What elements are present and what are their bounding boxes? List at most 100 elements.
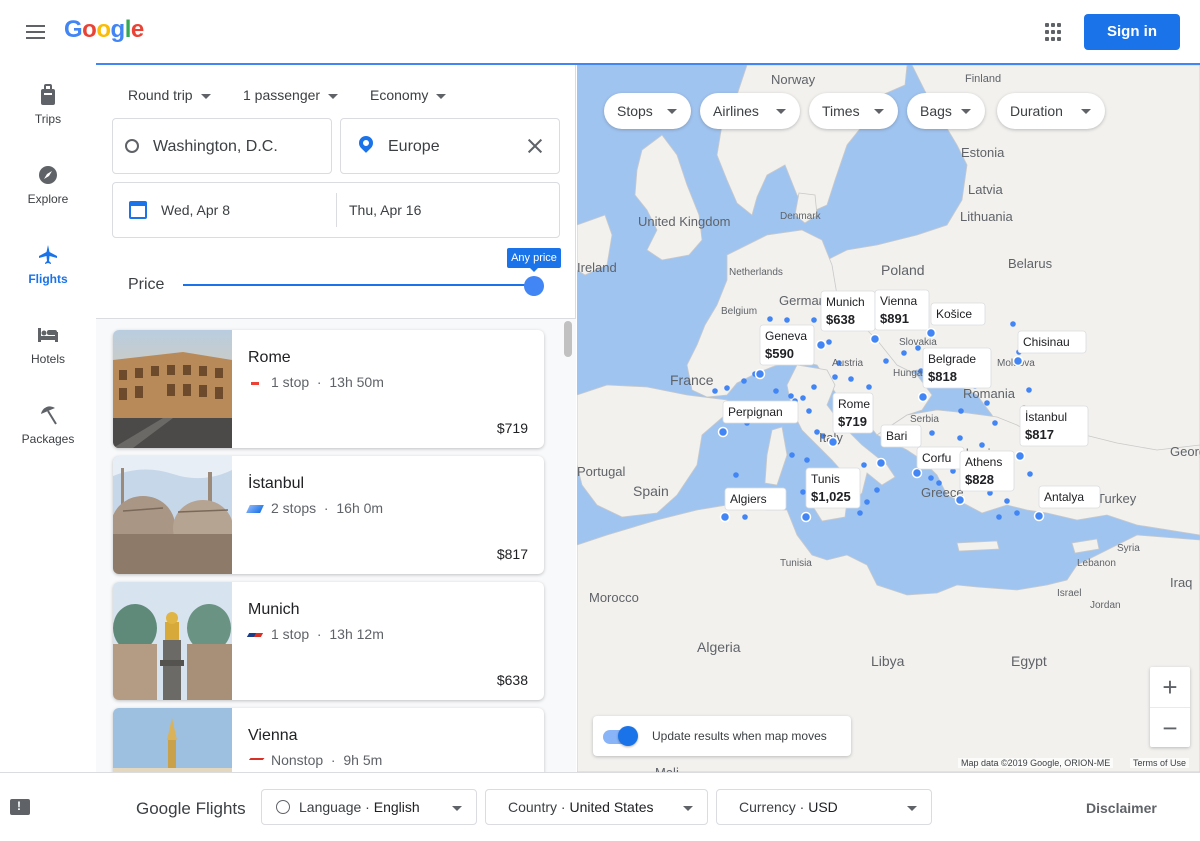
feedback-icon[interactable] — [10, 799, 30, 815]
nav-item-hotels[interactable]: Hotels — [0, 318, 96, 390]
clear-icon[interactable] — [525, 136, 545, 156]
map-country-label: Algeria — [697, 639, 741, 655]
pin-anchor-dot[interactable] — [1014, 450, 1026, 462]
nav-label: Explore — [27, 192, 69, 206]
country-selector[interactable]: Country · United States — [485, 789, 708, 825]
price-pin-bari[interactable]: Bari — [875, 424, 922, 469]
country-value: United States — [569, 799, 654, 815]
pin-anchor-dot[interactable] — [717, 426, 729, 438]
price-slider-track[interactable] — [183, 284, 534, 286]
zoom-out-button[interactable]: − — [1150, 707, 1190, 747]
pin-anchor-dot[interactable] — [800, 511, 812, 523]
rome-colosseum-photo — [113, 330, 232, 448]
pin-anchor-dot[interactable] — [719, 511, 731, 523]
results-list[interactable]: Rome 1 stop · 13h 50m $719 İstanbul 2 st… — [96, 319, 576, 772]
origin-field[interactable]: Washington, D.C. — [112, 118, 332, 174]
pin-anchor-dot[interactable] — [925, 327, 937, 339]
brand-product: Flights — [195, 799, 246, 818]
pin-anchor-dot[interactable] — [917, 391, 929, 403]
pin-anchor-dot[interactable] — [1033, 510, 1045, 522]
map-country-label: Iraq — [1170, 575, 1192, 590]
update-results-toggle[interactable] — [618, 726, 638, 746]
pin-anchor-dot[interactable] — [954, 494, 966, 506]
hamburger-menu-icon[interactable] — [18, 16, 54, 48]
airport-dot — [996, 514, 1002, 520]
result-card-vienna[interactable]: Vienna Nonstop · 9h 5m — [113, 708, 544, 772]
sign-in-button[interactable]: Sign in — [1084, 14, 1180, 50]
map-view[interactable]: Norway Finland Estonia Latvia Lithuania Denma… — [577, 65, 1200, 772]
google-apps-grid-icon[interactable] — [1036, 18, 1068, 46]
airport-dot — [741, 378, 747, 384]
result-card-istanbul[interactable]: İstanbul 2 stops · 16h 0m $817 — [113, 456, 544, 574]
trip-type-dropdown[interactable]: Round trip — [128, 87, 211, 103]
cabin-class-dropdown[interactable]: Economy — [370, 87, 447, 103]
beach-umbrella-icon — [41, 406, 57, 425]
result-price: $638 — [496, 672, 528, 688]
pin-anchor-dot[interactable] — [815, 339, 827, 351]
price-pin-perpignan[interactable]: Perpignan — [717, 400, 799, 438]
filter-chip-duration[interactable]: Duration — [997, 93, 1105, 129]
currency-selector[interactable]: Currency · USD — [716, 789, 932, 825]
map-country-label: Israel — [1057, 588, 1081, 599]
map-country-label: United Kingdom — [638, 214, 731, 229]
nav-item-explore[interactable]: Explore — [0, 158, 96, 230]
filter-chip-times[interactable]: Times — [809, 93, 898, 129]
pin-anchor-dot[interactable] — [911, 467, 923, 479]
airport-dot — [832, 374, 838, 380]
filter-chip-airlines[interactable]: Airlines — [700, 93, 800, 129]
app-header: Google Sign in — [0, 0, 1200, 64]
zoom-in-button[interactable]: + — [1150, 667, 1190, 707]
pin-city-label: Antalya — [1044, 490, 1084, 504]
filter-chip-bags[interactable]: Bags — [907, 93, 985, 129]
airport-dot — [784, 317, 790, 323]
language-selector[interactable]: Language · English — [261, 789, 477, 825]
pin-anchor-dot[interactable] — [754, 368, 766, 380]
pin-anchor-dot[interactable] — [869, 333, 881, 345]
chevron-down-icon — [1081, 109, 1091, 114]
pin-anchor-dot[interactable] — [875, 457, 887, 469]
pin-price-label: $828 — [965, 472, 994, 487]
flight-meta: 1 stop · 13h 50m — [248, 374, 384, 390]
airport-dot — [957, 435, 963, 441]
airport-dot — [861, 462, 867, 468]
airport-dot — [1004, 498, 1010, 504]
filter-chip-stops[interactable]: Stops — [604, 93, 691, 129]
pin-price-label: $719 — [838, 414, 867, 429]
passengers-dropdown[interactable]: 1 passenger — [243, 87, 339, 103]
nav-label: Flights — [28, 272, 68, 286]
map-country-label: Belgium — [721, 306, 757, 317]
pin-anchor-dot[interactable] — [1012, 355, 1024, 367]
cabin-class-value: Economy — [370, 87, 429, 103]
disclaimer-link[interactable]: Disclaimer — [1086, 800, 1157, 816]
price-value-bubble: Any price — [507, 248, 561, 272]
calendar-icon — [129, 201, 147, 219]
results-scrollbar[interactable] — [564, 321, 572, 357]
passengers-value: 1 passenger — [243, 87, 321, 103]
destination-field[interactable]: Europe — [340, 118, 560, 174]
depart-date[interactable]: Wed, Apr 8 — [161, 202, 230, 218]
result-card-munich[interactable]: Munich 1 stop · 13h 12m $638 — [113, 582, 544, 700]
pin-city-label: Perpignan — [728, 405, 783, 419]
return-date[interactable]: Thu, Apr 16 — [349, 202, 421, 218]
price-label: Price — [128, 276, 165, 293]
meta-separator: · — [323, 752, 344, 768]
nav-item-packages[interactable]: Packages — [0, 398, 96, 470]
price-slider-handle[interactable] — [524, 276, 544, 296]
nav-item-flights[interactable]: Flights — [0, 238, 96, 310]
google-logo[interactable]: Google — [64, 16, 144, 44]
map-terms-link[interactable]: Terms of Use — [1130, 758, 1190, 768]
pin-price-label: $638 — [826, 312, 855, 327]
map-country-label: Tunisia — [780, 558, 812, 569]
nav-item-trips[interactable]: Trips — [0, 78, 96, 150]
nav-label: Hotels — [30, 352, 65, 366]
pin-anchor-dot[interactable] — [827, 436, 839, 448]
airport-dot — [1014, 510, 1020, 516]
date-range-field[interactable]: Wed, Apr 8 Thu, Apr 16 — [112, 182, 560, 238]
update-on-map-move: Update results when map moves — [593, 716, 851, 756]
chevron-down-icon — [907, 806, 917, 811]
europe-map[interactable]: Norway Finland Estonia Latvia Lithuania Denma… — [577, 65, 1200, 772]
airport-dot — [724, 385, 730, 391]
result-card-rome[interactable]: Rome 1 stop · 13h 50m $719 — [113, 330, 544, 448]
nav-label: Trips — [34, 112, 62, 126]
airport-dot — [800, 395, 806, 401]
